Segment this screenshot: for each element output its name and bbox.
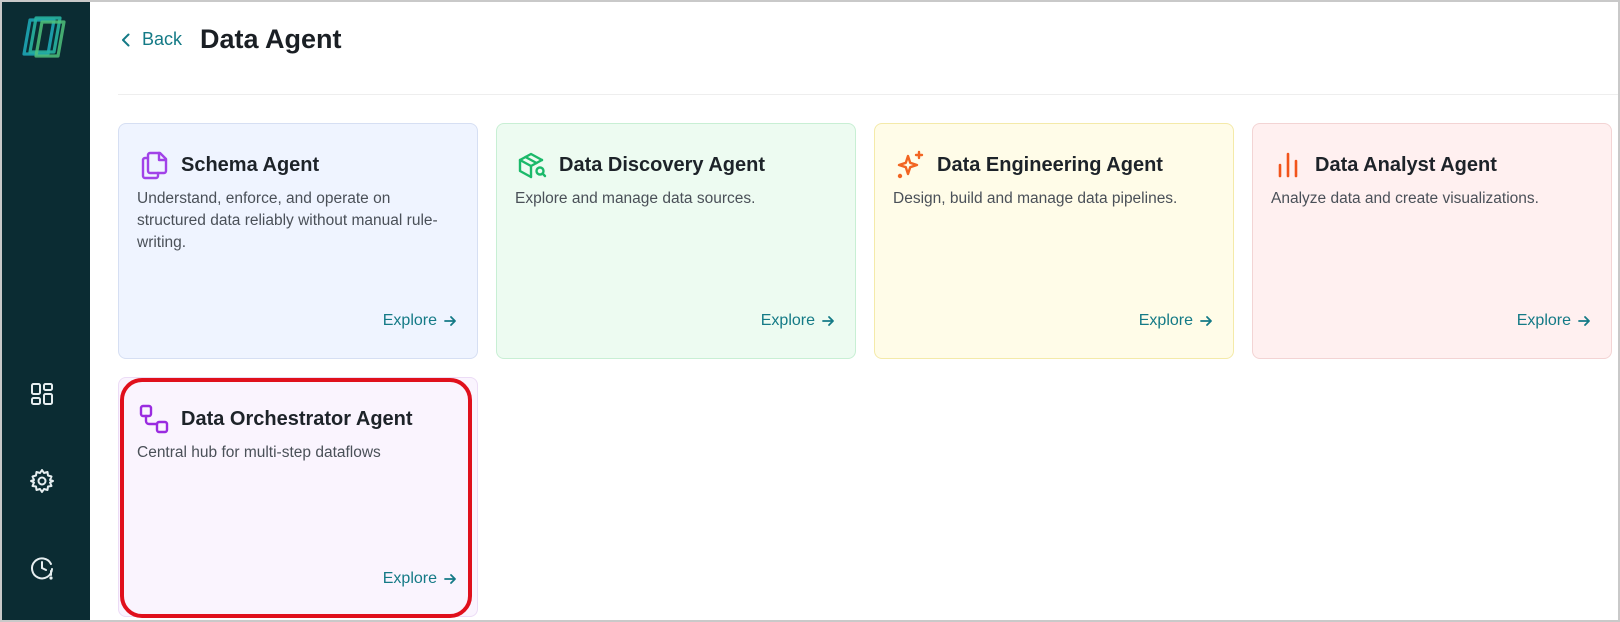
card-description: Understand, enforce, and operate on stru… xyxy=(137,190,438,251)
dashboard-icon[interactable] xyxy=(26,378,58,410)
explore-label: Explore xyxy=(1516,312,1571,329)
history-clock-icon[interactable] xyxy=(26,552,58,584)
sidebar xyxy=(2,2,90,620)
explore-link[interactable]: Explore xyxy=(761,312,835,330)
arrow-right-icon xyxy=(444,316,456,326)
card-title: Data Engineering Agent xyxy=(937,153,1163,176)
page-header: Back Data Agent xyxy=(118,24,342,55)
logo-icon[interactable] xyxy=(20,14,66,60)
package-search-icon xyxy=(515,148,549,182)
explore-link[interactable]: Explore xyxy=(1517,312,1591,330)
arrow-right-icon xyxy=(1578,316,1590,326)
card-title: Data Discovery Agent xyxy=(559,153,765,176)
card-description: Central hub for multi-step dataflows xyxy=(137,444,381,461)
settings-gear-icon[interactable] xyxy=(26,465,58,497)
explore-link[interactable]: Explore xyxy=(383,312,457,330)
arrow-right-icon xyxy=(1200,316,1212,326)
header-divider xyxy=(118,94,1618,95)
card-data-orchestrator-agent[interactable]: Data Orchestrator Agent Central hub for … xyxy=(118,377,478,617)
card-data-discovery-agent[interactable]: Data Discovery Agent Explore and manage … xyxy=(496,123,856,359)
card-description: Explore and manage data sources. xyxy=(515,190,756,207)
arrow-right-icon xyxy=(444,574,456,584)
schema-copy-icon xyxy=(137,148,171,182)
arrow-right-icon xyxy=(822,316,834,326)
bar-chart-icon xyxy=(1271,148,1305,182)
sparkles-icon xyxy=(893,148,927,182)
workflow-icon xyxy=(137,402,171,436)
card-description: Design, build and manage data pipelines. xyxy=(893,190,1178,207)
back-label: Back xyxy=(142,29,183,49)
explore-label: Explore xyxy=(382,312,437,329)
explore-link[interactable]: Explore xyxy=(1139,312,1213,330)
card-data-engineering-agent[interactable]: Data Engineering Agent Design, build and… xyxy=(874,123,1234,359)
card-title: Data Orchestrator Agent xyxy=(181,407,413,430)
card-description: Analyze data and create visualizations. xyxy=(1271,190,1539,207)
back-button[interactable]: Back xyxy=(118,29,182,50)
page-title: Data Agent xyxy=(200,24,342,54)
app-window: Back Data Agent Schema Agent Understand,… xyxy=(0,0,1620,622)
card-title: Schema Agent xyxy=(181,153,320,176)
chevron-left-icon xyxy=(122,33,130,46)
explore-label: Explore xyxy=(382,570,437,587)
card-schema-agent[interactable]: Schema Agent Understand, enforce, and op… xyxy=(118,123,478,359)
explore-label: Explore xyxy=(1138,312,1193,329)
card-data-analyst-agent[interactable]: Data Analyst Agent Analyze data and crea… xyxy=(1252,123,1612,359)
explore-label: Explore xyxy=(760,312,815,329)
main-content: Back Data Agent Schema Agent Understand,… xyxy=(90,2,1618,620)
explore-link[interactable]: Explore xyxy=(383,570,457,588)
card-title: Data Analyst Agent xyxy=(1315,153,1497,176)
